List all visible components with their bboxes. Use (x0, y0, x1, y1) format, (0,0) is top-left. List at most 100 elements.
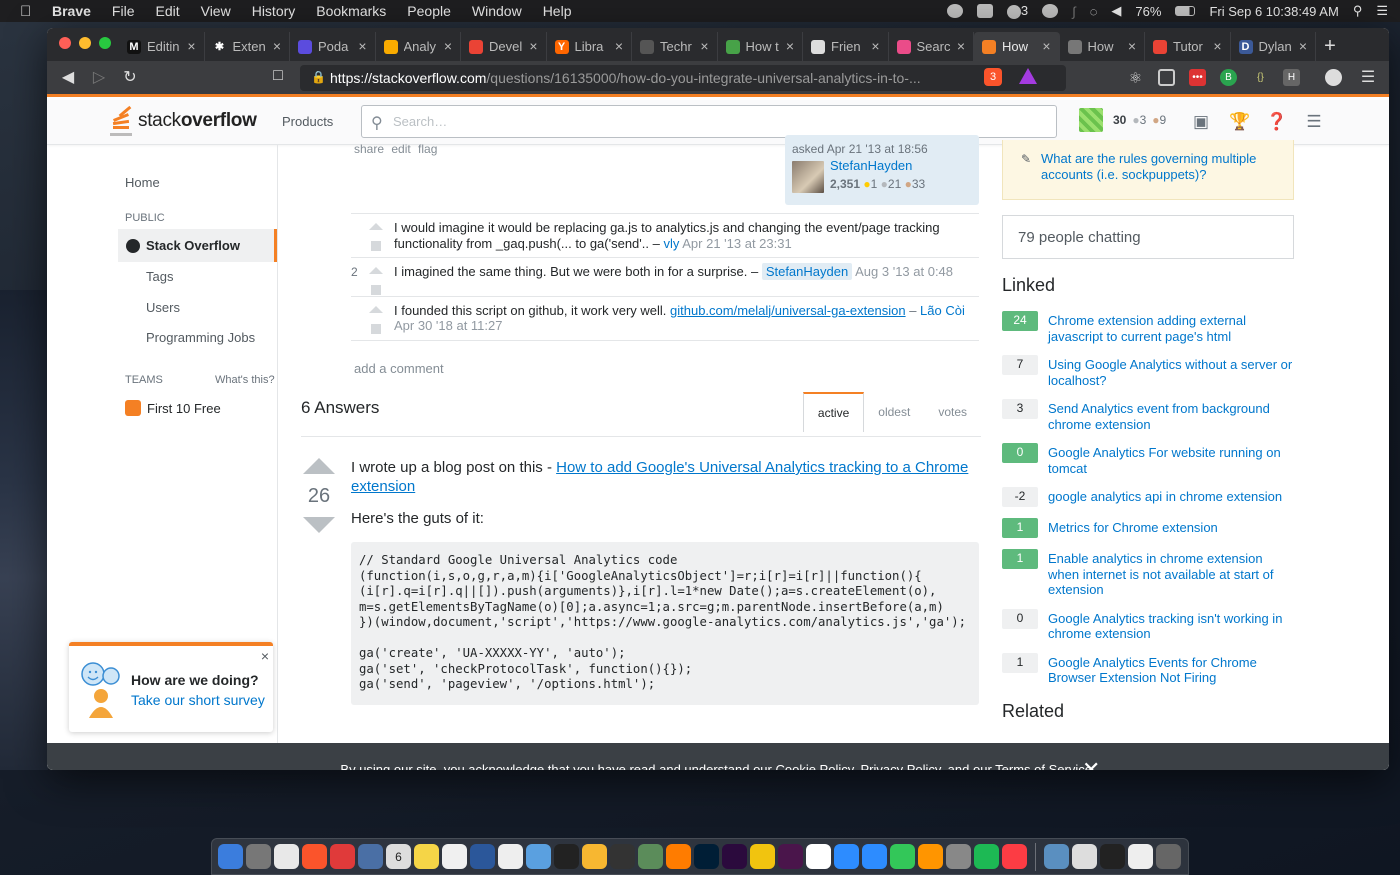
menu-history[interactable]: History (252, 3, 296, 19)
comment-flag-icon[interactable] (371, 285, 381, 295)
privacy-policy-link[interactable]: Privacy Policy (861, 762, 941, 770)
dock-app-icon[interactable] (526, 844, 551, 869)
comment-user[interactable]: vly (663, 236, 679, 251)
menu-icon[interactable]: ☰ (1357, 67, 1379, 87)
sort-tab-votes[interactable]: votes (924, 392, 981, 432)
owner-avatar[interactable] (792, 161, 824, 193)
browser-tab[interactable]: How × (1060, 32, 1145, 61)
browser-tab[interactable]: Searc × (889, 32, 974, 61)
achievements-icon[interactable]: 🏆 (1229, 112, 1250, 132)
chat-widget[interactable]: 79 people chatting (1002, 215, 1294, 259)
user-card[interactable]: 30 ●3 ●9 (1079, 108, 1166, 132)
search-input[interactable]: ⚲ Search… (361, 105, 1057, 138)
menu-bookmarks[interactable]: Bookmarks (316, 3, 386, 19)
reload-icon[interactable]: ↻ (119, 67, 141, 87)
comment-flag-icon[interactable] (371, 241, 381, 251)
tab-close-icon[interactable]: × (444, 38, 452, 54)
dock-app-icon[interactable] (1002, 844, 1027, 869)
dock-app-icon[interactable]: 6 (386, 844, 411, 869)
dock-app-icon[interactable] (330, 844, 355, 869)
comment-flag-icon[interactable] (371, 323, 381, 334)
wifi-icon[interactable]: ◌ (1090, 4, 1098, 19)
comment-date[interactable]: Apr 21 '13 at 23:31 (682, 236, 791, 251)
linked-question-link[interactable]: Using Google Analytics without a server … (1048, 357, 1294, 388)
help-icon[interactable]: ❓ (1266, 112, 1287, 132)
dock-folder-icon[interactable] (1044, 844, 1069, 869)
battery-percent[interactable]: 76% (1135, 4, 1161, 19)
tab-close-icon[interactable]: × (1042, 38, 1050, 54)
brave-rewards-icon[interactable] (1019, 68, 1037, 84)
browser-tab[interactable]: Y Libra × (547, 32, 632, 61)
password-icon[interactable] (976, 4, 993, 18)
address-bar[interactable]: 🔒 https://stackoverflow.com/questions/16… (300, 65, 1066, 91)
dock-app-icon[interactable] (638, 844, 663, 869)
zoom-window-button[interactable] (99, 37, 111, 49)
dock-folder-icon[interactable] (1128, 844, 1153, 869)
browser-tab[interactable]: Tutor × (1145, 32, 1231, 61)
tab-close-icon[interactable]: × (529, 38, 537, 54)
menu-app-name[interactable]: Brave (52, 3, 91, 19)
dock-app-icon[interactable] (610, 844, 635, 869)
dock-app-icon[interactable] (358, 844, 383, 869)
downvote-icon[interactable] (303, 517, 335, 533)
react-devtools-icon[interactable]: ⚛ (1127, 69, 1144, 87)
browser-tab[interactable]: D Dylan × (1231, 32, 1316, 61)
tab-close-icon[interactable]: × (273, 38, 281, 54)
minimize-window-button[interactable] (79, 37, 91, 49)
linked-question-link[interactable]: Send Analytics event from background chr… (1048, 401, 1294, 432)
dock-app-icon[interactable] (302, 844, 327, 869)
dock-app-icon[interactable] (442, 844, 467, 869)
browser-tab[interactable]: Techr × (632, 32, 718, 61)
tab-close-icon[interactable]: × (957, 38, 965, 54)
forward-icon[interactable]: ▷ (88, 67, 110, 87)
linked-question-link[interactable]: Google Analytics For website running on … (1048, 445, 1294, 476)
owner-name[interactable]: StefanHayden (830, 158, 912, 173)
linked-question-link[interactable]: Enable analytics in chrome extension whe… (1048, 551, 1294, 598)
dock-app-icon[interactable] (470, 844, 495, 869)
teams-whats-this-link[interactable]: What's this? (215, 374, 275, 386)
spotlight-search-icon[interactable]: ⚲ (1353, 3, 1363, 19)
dock-app-icon[interactable] (890, 844, 915, 869)
browser-tab[interactable]: M Editin × (119, 32, 205, 61)
tab-close-icon[interactable]: × (786, 38, 794, 54)
json-viewer-icon[interactable]: {} (1252, 69, 1269, 86)
cookie-close-icon[interactable]: ✕ (1082, 757, 1100, 770)
menu-file[interactable]: File (112, 3, 135, 19)
new-tab-button[interactable]: + (1316, 32, 1344, 61)
dock-app-icon[interactable] (722, 844, 747, 869)
browser-tab[interactable]: How t × (718, 32, 803, 61)
lastpass-icon[interactable]: ••• (1189, 69, 1206, 86)
dock-folder-icon[interactable] (1156, 844, 1181, 869)
linked-question-link[interactable]: Google Analytics tracking isn't working … (1048, 611, 1294, 642)
meta-link[interactable]: What are the rules governing multiple ac… (1041, 151, 1281, 182)
dock-app-icon[interactable] (778, 844, 803, 869)
comment-link[interactable]: github.com/melalj/universal-ga-extension (670, 303, 906, 318)
so-logo[interactable]: stackoverflow (109, 105, 257, 136)
comment-date[interactable]: Aug 3 '13 at 0:48 (855, 264, 953, 279)
nav-first-10-free[interactable]: First 10 Free (125, 400, 221, 416)
nav-jobs[interactable]: Programming Jobs (146, 330, 255, 345)
cloud-upload-icon[interactable] (1042, 4, 1059, 18)
comment-upvote-icon[interactable] (369, 267, 383, 274)
dock-app-icon[interactable] (834, 844, 859, 869)
linked-question-link[interactable]: Metrics for Chrome extension (1048, 520, 1218, 536)
menu-view[interactable]: View (201, 3, 231, 19)
nav-stack-overflow[interactable]: Stack Overflow (118, 229, 277, 262)
bookmark-icon[interactable]: □ (267, 67, 289, 85)
dock-folder-icon[interactable] (1072, 844, 1097, 869)
linked-question-link[interactable]: Google Analytics Events for Chrome Brows… (1048, 655, 1294, 686)
profile-avatar[interactable] (1325, 69, 1342, 86)
menu-edit[interactable]: Edit (155, 3, 179, 19)
tab-close-icon[interactable]: × (1299, 38, 1307, 54)
comment-user[interactable]: StefanHayden (761, 263, 853, 280)
question-post-menu[interactable]: share edit flag (354, 142, 437, 156)
sort-tab-oldest[interactable]: oldest (864, 392, 924, 432)
creative-cloud-icon[interactable] (946, 4, 963, 18)
dock-app-icon[interactable] (246, 844, 271, 869)
pocket-icon[interactable] (1158, 69, 1175, 86)
tab-close-icon[interactable]: × (1213, 38, 1221, 54)
dock-app-icon[interactable] (554, 844, 579, 869)
p3-indicator[interactable]: 3 (1006, 3, 1028, 19)
tab-close-icon[interactable]: × (1128, 38, 1136, 54)
apple-icon[interactable]:  (20, 3, 36, 20)
